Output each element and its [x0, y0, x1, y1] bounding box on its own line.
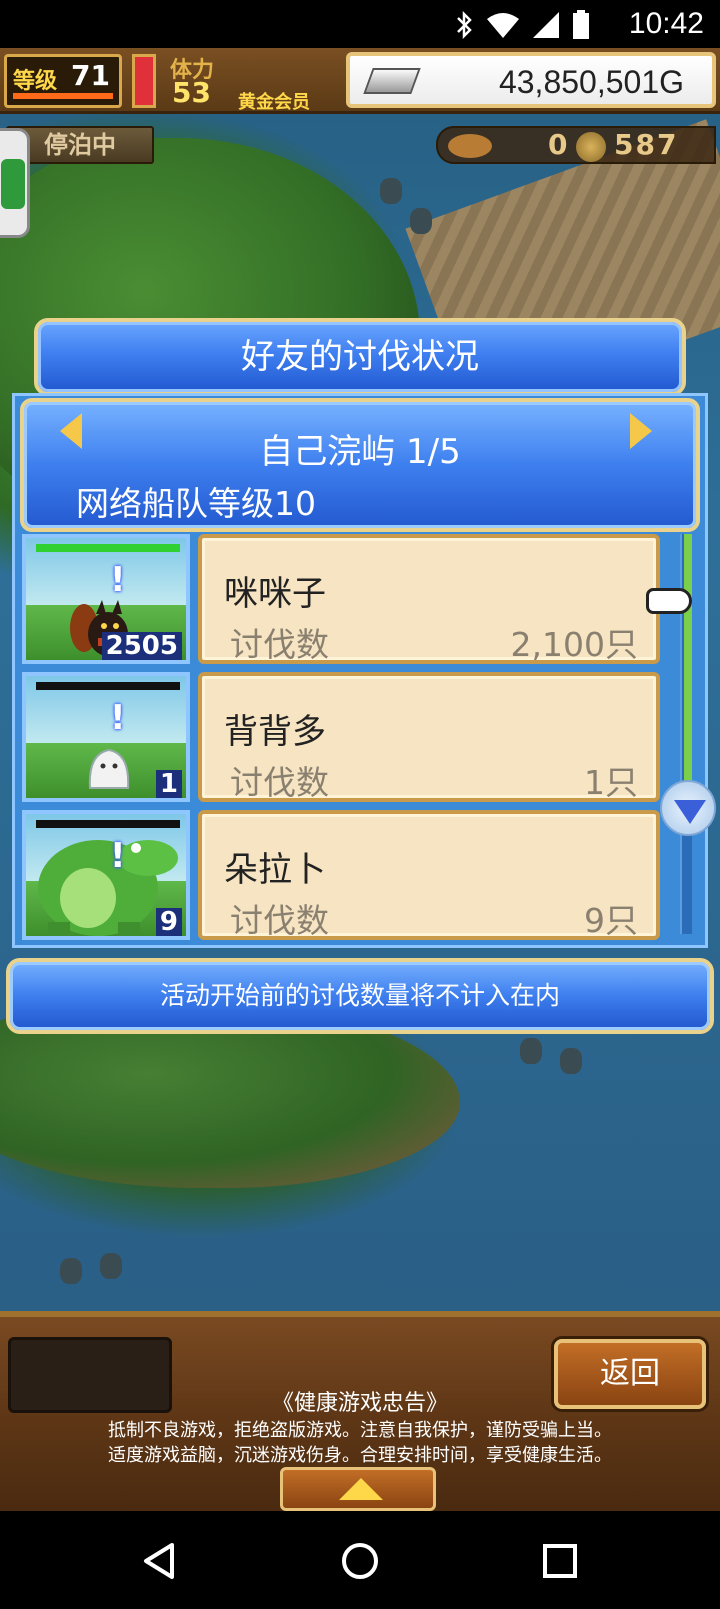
kill-count-label: 讨伐数	[230, 763, 329, 802]
kill-count-label: 讨伐数	[230, 625, 329, 664]
signal-icon	[533, 12, 559, 38]
sea-rock	[60, 1258, 82, 1284]
coin-icon	[576, 132, 606, 162]
battery-icon	[573, 10, 589, 39]
friend-card[interactable]: 朵拉卜 讨伐数 9只	[198, 810, 660, 940]
hand-pointer-icon	[646, 588, 692, 614]
sea-rock	[560, 1048, 582, 1074]
kill-count-value: 1只	[584, 763, 638, 802]
clock: 10:42	[628, 7, 704, 40]
expand-menu-button[interactable]	[280, 1467, 436, 1511]
leaf-icon	[1, 159, 25, 209]
friend-card[interactable]: 咪咪子 讨伐数 2,100只	[198, 534, 660, 664]
friend-card[interactable]: 背背多 讨伐数 1只	[198, 672, 660, 802]
sea-rock	[520, 1038, 542, 1064]
sea-rock	[410, 208, 432, 234]
wifi-icon	[487, 13, 519, 38]
monster-thumbnail: ! 9	[22, 810, 190, 940]
ghost-monster-icon	[88, 748, 130, 789]
kill-count-value: 9只	[584, 901, 638, 940]
list-item[interactable]: ! 1 背背多 讨伐数 1只	[22, 672, 670, 802]
nav-home-icon[interactable]	[340, 1541, 380, 1581]
sea-rock	[100, 1253, 122, 1279]
bottom-bar: 返回 《健康游戏忠告》 抵制不良游戏，拒绝盗版游戏。注意自我保护，谨防受骗上当。…	[0, 1311, 720, 1511]
chevron-down-icon	[674, 800, 706, 824]
exp-bar	[13, 93, 113, 99]
notice-banner: 活动开始前的讨伐数量将不计入在内	[6, 958, 714, 1034]
gold-display[interactable]: 43,850,501G	[346, 52, 716, 108]
health-advisory-line-1: 抵制不良游戏，拒绝盗版游戏。注意自我保护，谨防受骗上当。	[108, 1420, 612, 1441]
status-bar: 10:42	[0, 0, 720, 48]
alert-icon: !	[110, 698, 126, 738]
stamina-value: 53	[172, 76, 211, 109]
nav-recents-icon[interactable]	[540, 1541, 580, 1581]
hp-gauge	[132, 54, 156, 108]
side-menu-tab[interactable]	[0, 128, 30, 238]
level-badge: 等级 71	[4, 54, 122, 108]
level-value: 71	[71, 59, 110, 92]
silver-bar-icon	[363, 68, 421, 94]
monster-hp-bar	[36, 820, 180, 828]
bluetooth-icon	[457, 11, 472, 39]
monster-count: 1	[155, 770, 182, 798]
friend-name: 朵拉卜	[224, 850, 326, 890]
system-nav-bar	[0, 1511, 720, 1609]
list-item[interactable]: ! 9 朵拉卜 讨伐数 9只	[22, 810, 670, 940]
level-label: 等级	[13, 69, 58, 94]
monster-count: 9	[155, 908, 182, 936]
monster-thumbnail: ! 2505	[22, 534, 190, 664]
friend-name: 咪咪子	[224, 574, 326, 614]
friend-name: 背背多	[224, 712, 326, 752]
nav-back-icon[interactable]	[140, 1541, 180, 1581]
health-advisory-line-2: 适度游戏益脑，沉迷游戏伤身。合理安排时间，享受健康生活。	[108, 1445, 612, 1466]
status-icons	[454, 10, 590, 40]
membership-badge: 黄金会员	[238, 92, 310, 113]
top-hud: 等级 71 体力 53 黄金会员 43,850,501G	[0, 48, 720, 114]
health-advisory-title: 《健康游戏忠告》	[271, 1391, 448, 1416]
fish-icon	[448, 134, 492, 158]
gold-amount: 43,850,501G	[498, 64, 684, 100]
resource-1-value: 0	[548, 128, 568, 161]
kill-count-label: 讨伐数	[230, 901, 329, 940]
stamina-box: 体力 53 黄金会员	[166, 52, 336, 113]
sub-hud: 停泊中 0 587	[0, 122, 720, 170]
sea-rock	[380, 178, 402, 204]
island-pager: 自己浣屿 1/5	[259, 432, 461, 472]
alert-icon: !	[110, 836, 126, 876]
fleet-level: 网络船队等级10	[76, 484, 316, 523]
scroll-down-button[interactable]	[660, 780, 716, 836]
dialog-title: 好友的讨伐状况	[34, 318, 686, 396]
resource-counter: 0 587	[436, 126, 716, 164]
monster-thumbnail: ! 1	[22, 672, 190, 802]
resource-2-value: 587	[614, 128, 679, 161]
monster-count: 2505	[101, 632, 182, 660]
monster-hp-bar	[36, 682, 180, 690]
list-item[interactable]: ! 2505 咪咪子 讨伐数 2,100只	[22, 534, 670, 664]
monster-hp-bar	[36, 544, 180, 552]
chevron-up-icon	[339, 1478, 383, 1500]
kill-count-value: 2,100只	[510, 625, 638, 664]
